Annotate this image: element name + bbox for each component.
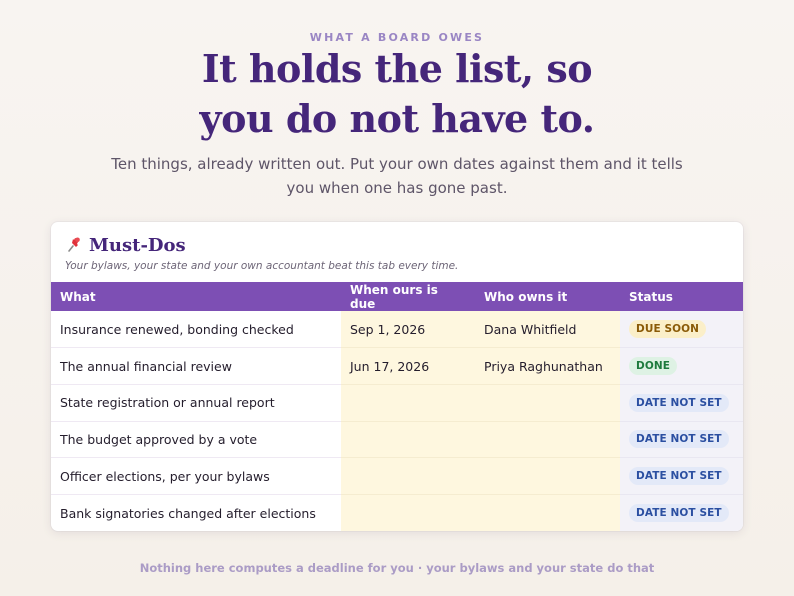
status-badge: DATE NOT SET	[629, 467, 729, 486]
due-date-cell[interactable]	[341, 494, 475, 531]
card-header: Must-Dos	[65, 234, 186, 256]
task-name: State registration or annual report	[51, 384, 341, 422]
table-row[interactable]: The budget approved by a vote DATE NOT S…	[51, 421, 743, 459]
table-header-row: What When ours is due Who owns it Status	[51, 282, 743, 311]
table-row[interactable]: State registration or annual report DATE…	[51, 384, 743, 422]
task-name: The budget approved by a vote	[51, 421, 341, 459]
table-row[interactable]: The annual financial review Jun 17, 2026…	[51, 347, 743, 385]
status-badge: DONE	[629, 357, 678, 376]
status-cell: DATE NOT SET	[620, 457, 743, 495]
due-date-cell[interactable]	[341, 384, 475, 422]
due-date-cell[interactable]	[341, 457, 475, 495]
footer-note: Nothing here computes a deadline for you…	[139, 561, 655, 575]
eyebrow-label: WHAT A BOARD OWES	[309, 31, 485, 44]
table-row[interactable]: Officer elections, per your bylaws DATE …	[51, 457, 743, 495]
page-headline: It holds the list, so you do not have to…	[0, 44, 794, 144]
page-subtitle: Ten things, already written out. Put you…	[111, 155, 683, 197]
table-row[interactable]: Insurance renewed, bonding checked Sep 1…	[51, 311, 743, 349]
headline-line-2: you do not have to.	[199, 96, 595, 141]
task-name: Bank signatories changed after elections	[60, 505, 316, 521]
status-cell: DATE NOT SET	[620, 494, 743, 531]
pushpin-icon	[65, 236, 83, 254]
task-name: Officer elections, per your bylaws	[51, 457, 341, 495]
column-header-due[interactable]: When ours is due	[341, 282, 475, 311]
status-cell: DUE SOON	[620, 311, 743, 349]
headline-line-1: It holds the list, so	[201, 46, 593, 91]
column-header-what[interactable]: What	[51, 282, 341, 311]
status-badge: DATE NOT SET	[629, 430, 729, 449]
must-dos-table: What When ours is due Who owns it Status…	[51, 282, 743, 531]
owner-cell[interactable]: Priya Raghunathan	[475, 347, 620, 385]
table-row[interactable]: Bank signatories changed after elections…	[51, 494, 743, 531]
owner-cell[interactable]	[475, 494, 620, 531]
status-badge: DATE NOT SET	[629, 393, 729, 412]
column-header-status[interactable]: Status	[620, 282, 743, 311]
task-name: The annual financial review	[51, 347, 341, 385]
status-cell: DONE	[620, 347, 743, 385]
owner-cell[interactable]	[475, 384, 620, 422]
column-header-owner[interactable]: Who owns it	[475, 282, 620, 311]
owner-cell[interactable]	[475, 457, 620, 495]
card-title: Must-Dos	[89, 234, 186, 256]
owner-cell[interactable]: Dana Whitfield	[475, 311, 620, 349]
card-note: Your bylaws, your state and your own acc…	[65, 260, 459, 272]
status-cell: DATE NOT SET	[620, 421, 743, 459]
status-badge: DUE SOON	[629, 320, 707, 339]
task-name: Insurance renewed, bonding checked	[51, 311, 341, 349]
owner-cell[interactable]	[475, 421, 620, 459]
status-badge: DATE NOT SET	[629, 504, 729, 523]
status-cell: DATE NOT SET	[620, 384, 743, 422]
due-date-cell[interactable]: Sep 1, 2026	[341, 311, 475, 349]
due-date-cell[interactable]: Jun 17, 2026	[341, 347, 475, 385]
due-date-cell[interactable]	[341, 421, 475, 459]
must-dos-card: Must-Dos Your bylaws, your state and you…	[51, 222, 743, 531]
